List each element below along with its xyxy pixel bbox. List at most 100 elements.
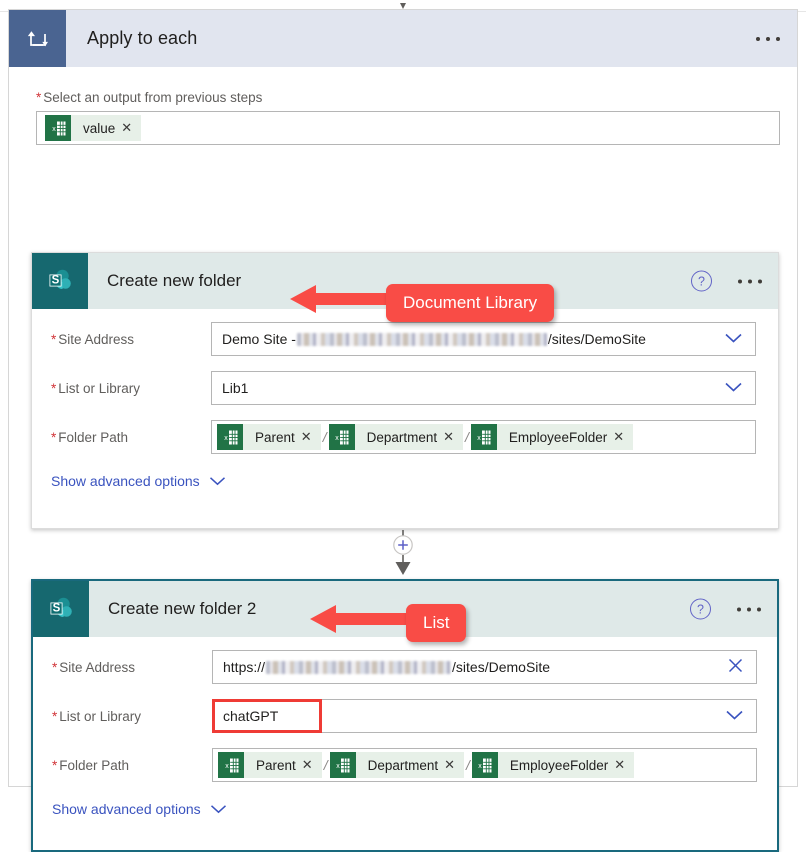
site-address-label: * Site Address	[51, 331, 135, 347]
required-asterisk: *	[52, 757, 58, 773]
folder-path-input[interactable]: x Parent ✕ / x Department ✕ / x Employee…	[212, 748, 757, 782]
token-remove-icon[interactable]: ✕	[613, 429, 633, 445]
svg-text:x: x	[336, 763, 340, 770]
sharepoint-icon: S	[33, 581, 89, 637]
select-output-input[interactable]: x value ✕	[36, 111, 780, 145]
advanced-label: Show advanced options	[51, 473, 200, 489]
card1-title: Create new folder	[107, 271, 242, 290]
token-remove-icon[interactable]: ✕	[121, 120, 141, 136]
list-or-library-value: chatGPT	[223, 708, 279, 724]
path-separator: /	[323, 757, 328, 773]
excel-icon: x	[218, 752, 244, 778]
token-employeefolder[interactable]: x EmployeeFolder ✕	[471, 752, 635, 778]
svg-text:x: x	[225, 763, 229, 770]
token-department[interactable]: x Department ✕	[328, 424, 464, 450]
help-icon[interactable]: ?	[690, 598, 711, 620]
token-parent[interactable]: x Parent ✕	[217, 424, 321, 450]
apply-to-each-title: Apply to each	[87, 28, 198, 48]
required-asterisk: *	[51, 429, 57, 445]
token-label: Department	[367, 757, 439, 773]
card1-show-advanced-options[interactable]: Show advanced options	[51, 473, 226, 489]
folder-path-label: * Folder Path	[51, 429, 129, 445]
chevron-down-icon	[210, 801, 227, 817]
excel-icon: x	[471, 752, 498, 778]
token-value[interactable]: x value ✕	[45, 115, 142, 141]
required-asterisk: *	[52, 659, 58, 675]
svg-text:x: x	[224, 435, 228, 442]
annotation-callout-list: List	[308, 599, 467, 646]
token-label: Department	[366, 429, 438, 445]
svg-text:S: S	[52, 275, 60, 287]
advanced-label: Show advanced options	[52, 801, 201, 817]
chevron-down-icon[interactable]	[724, 331, 743, 347]
loop-icon	[9, 10, 66, 67]
scope-more-options-button[interactable]	[756, 36, 780, 41]
list-or-library-value: Lib1	[222, 380, 249, 396]
token-label: EmployeeFolder	[508, 429, 608, 445]
site-address-label: * Site Address	[52, 659, 136, 675]
token-remove-icon[interactable]: ✕	[614, 757, 634, 773]
svg-text:S: S	[53, 603, 61, 615]
folder-path-label: * Folder Path	[52, 757, 130, 773]
token-label: Parent	[256, 757, 296, 773]
token-label: Parent	[255, 429, 295, 445]
sharepoint-icon: S	[32, 253, 88, 309]
svg-text:x: x	[478, 435, 482, 442]
annotation-callout-document-library: Document Library	[288, 279, 555, 326]
site-address-input[interactable]: https:// /sites/DemoSite	[212, 650, 757, 684]
chevron-down-icon	[209, 473, 226, 489]
chevron-down-icon[interactable]	[725, 708, 744, 724]
required-asterisk: *	[36, 90, 42, 105]
token-remove-icon[interactable]: ✕	[302, 757, 322, 773]
card2-row-site-address: * Site Address https:// /sites/DemoSite	[33, 648, 777, 686]
path-separator: /	[466, 757, 470, 773]
token-label: EmployeeFolder	[509, 757, 609, 773]
token-label: value	[83, 120, 116, 136]
token-remove-icon[interactable]: ✕	[301, 429, 321, 445]
svg-text:x: x	[52, 126, 56, 133]
card2-show-advanced-options[interactable]: Show advanced options	[52, 801, 227, 817]
site-address-input[interactable]: Demo Site - /sites/DemoSite	[211, 322, 756, 356]
list-or-library-label: * List or Library	[52, 708, 142, 724]
card2-row-list-or-library: * List or Library chatGPT	[33, 697, 777, 735]
card1-row-list-or-library: * List or Library Lib1	[32, 369, 778, 407]
add-step-connector	[9, 530, 797, 579]
card2-title: Create new folder 2	[108, 599, 257, 618]
help-icon[interactable]: ?	[691, 270, 712, 292]
required-asterisk: *	[52, 708, 58, 724]
chevron-down-icon[interactable]	[724, 380, 743, 396]
folder-path-input[interactable]: x Parent ✕ / x Department ✕ / x Employee…	[211, 420, 756, 454]
token-employeefolder[interactable]: x EmployeeFolder ✕	[470, 424, 634, 450]
excel-icon: x	[329, 752, 356, 778]
card2-row-folder-path: * Folder Path x Parent ✕ / x Department …	[33, 746, 777, 784]
list-or-library-input[interactable]: Lib1	[211, 371, 756, 405]
list-or-library-label: * List or Library	[51, 380, 141, 396]
site-address-value-prefix: https://	[223, 659, 266, 675]
excel-icon: x	[328, 424, 355, 450]
svg-text:x: x	[335, 435, 339, 442]
left-arrow-icon	[288, 279, 392, 326]
list-or-library-input[interactable]: chatGPT	[212, 699, 757, 733]
path-separator: /	[465, 429, 469, 445]
site-address-value-suffix: /sites/DemoSite	[452, 659, 551, 675]
excel-icon: x	[470, 424, 497, 450]
site-address-value-suffix: /sites/DemoSite	[547, 331, 646, 347]
svg-text:x: x	[479, 763, 483, 770]
required-asterisk: *	[51, 331, 57, 347]
token-parent[interactable]: x Parent ✕	[218, 752, 322, 778]
excel-icon: x	[45, 115, 71, 141]
card2-more-options-button[interactable]	[737, 607, 761, 611]
card1-more-options-button[interactable]	[738, 279, 762, 283]
close-icon[interactable]	[727, 657, 744, 677]
card1-row-folder-path: * Folder Path x Parent ✕ / x Department …	[32, 418, 778, 456]
required-asterisk: *	[51, 380, 57, 396]
excel-icon: x	[217, 424, 243, 450]
apply-to-each-header[interactable]: Apply to each	[9, 10, 797, 67]
token-remove-icon[interactable]: ✕	[444, 757, 464, 773]
redacted-domain	[296, 332, 547, 346]
callout-text: Document Library	[386, 283, 555, 322]
token-department[interactable]: x Department ✕	[329, 752, 465, 778]
callout-text: List	[406, 603, 467, 642]
apply-to-each-scope: Apply to each * Select an output from pre…	[8, 9, 798, 852]
token-remove-icon[interactable]: ✕	[443, 429, 463, 445]
